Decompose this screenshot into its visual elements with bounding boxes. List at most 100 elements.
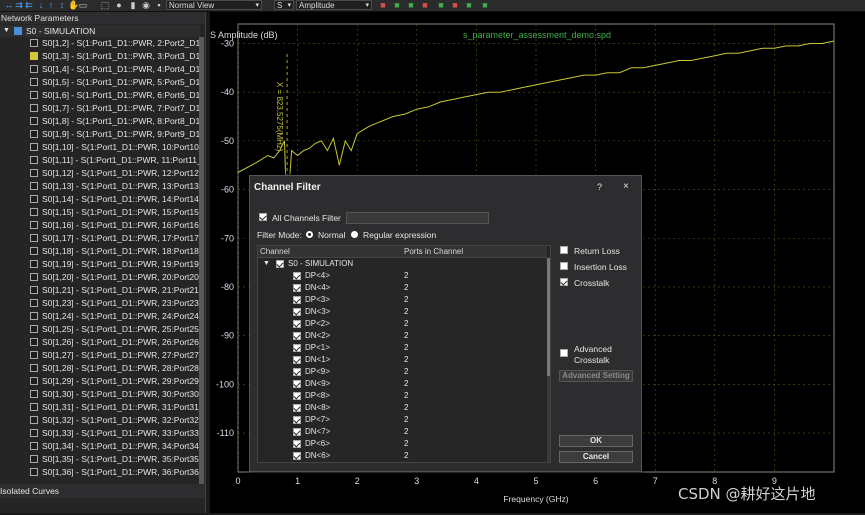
item-checkbox[interactable] xyxy=(30,273,38,281)
all-channels-checkbox[interactable] xyxy=(259,213,267,221)
close-button[interactable]: × xyxy=(623,181,629,192)
item-checkbox[interactable] xyxy=(30,351,38,359)
table-row[interactable]: DP<8> 2 xyxy=(258,390,547,402)
table-row[interactable]: DP<2> 2 xyxy=(258,318,547,330)
list-item[interactable]: S0[1,21] - S(1:Port1_D1::PWR, 21:Port21_… xyxy=(0,284,200,297)
list-item[interactable]: S0[1,19] - S(1:Port1_D1::PWR, 19:Port19_… xyxy=(0,258,200,271)
column-header-channel[interactable]: Channel xyxy=(258,246,405,258)
item-checkbox[interactable] xyxy=(30,208,38,216)
measure-select[interactable]: Amplitude ▾ xyxy=(296,0,372,10)
list-item[interactable]: S0[1,24] - S(1:Port1_D1::PWR, 24:Port24_… xyxy=(0,310,200,323)
advanced-setting-button[interactable]: Advanced Setting xyxy=(559,370,633,382)
chart-icon[interactable]: ▮ xyxy=(128,0,138,11)
item-checkbox[interactable] xyxy=(30,104,38,112)
item-checkbox[interactable] xyxy=(30,117,38,125)
item-checkbox[interactable] xyxy=(30,247,38,255)
chart-icon[interactable]: ■ xyxy=(450,0,460,11)
row-checkbox[interactable] xyxy=(293,404,301,412)
table-row[interactable]: DN<8> 2 xyxy=(258,402,547,414)
row-checkbox[interactable] xyxy=(293,416,301,424)
regex-radio[interactable] xyxy=(351,231,358,238)
table-row[interactable]: DN<1> 2 xyxy=(258,354,547,366)
item-checkbox[interactable] xyxy=(30,390,38,398)
table-icon[interactable]: ■ xyxy=(464,0,474,11)
export-icon[interactable]: ■ xyxy=(420,0,430,11)
ok-button[interactable]: OK xyxy=(559,435,633,447)
list-item[interactable]: S0[1,25] - S(1:Port1_D1::PWR, 25:Port25_… xyxy=(0,323,200,336)
table-row[interactable]: DN<7> 2 xyxy=(258,426,547,438)
row-checkbox[interactable] xyxy=(293,296,301,304)
row-checkbox[interactable] xyxy=(293,368,301,376)
table-group-row[interactable]: ▼ S0 - SIMULATION xyxy=(258,258,547,270)
row-checkbox[interactable] xyxy=(293,332,301,340)
list-item[interactable]: S0[1,17] - S(1:Port1_D1::PWR, 17:Port17_… xyxy=(0,232,200,245)
item-checkbox[interactable] xyxy=(30,143,38,151)
plot-icon[interactable]: ◉ xyxy=(141,0,151,11)
list-item[interactable]: S0[1,26] - S(1:Port1_D1::PWR, 26:Port26_… xyxy=(0,336,200,349)
list-item[interactable]: S0[1,10] - S(1:Port1_D1::PWR, 10:Port10_… xyxy=(0,141,200,154)
select-box-icon[interactable]: ▭ xyxy=(78,0,88,11)
list-item[interactable]: S0[1,18] - S(1:Port1_D1::PWR, 18:Port18_… xyxy=(0,245,200,258)
expand-arrow-icon[interactable]: ▼ xyxy=(3,25,10,37)
expand-arrow-icon[interactable]: ▼ xyxy=(263,258,270,270)
group-checkbox[interactable] xyxy=(276,260,284,268)
item-checkbox[interactable] xyxy=(30,429,38,437)
item-checkbox[interactable] xyxy=(30,377,38,385)
view-select[interactable]: Normal View ▾ xyxy=(166,0,262,10)
list-item[interactable]: S0[1,2] - S(1:Port1_D1::PWR, 2:Port2_D1_… xyxy=(0,37,200,50)
list-item[interactable]: S0[1,23] - S(1:Port1_D1::PWR, 23:Port23_… xyxy=(0,297,200,310)
list-item[interactable]: S0[1,34] - S(1:Port1_D1::PWR, 34:Port34_… xyxy=(0,440,200,453)
table-row[interactable]: DP<4> 2 xyxy=(258,270,547,282)
item-checkbox[interactable] xyxy=(30,442,38,450)
row-checkbox[interactable] xyxy=(293,344,301,352)
item-checkbox[interactable] xyxy=(30,286,38,294)
list-item[interactable]: S0[1,29] - S(1:Port1_D1::PWR, 29:Port29_… xyxy=(0,375,200,388)
list-item[interactable]: S0[1,15] - S(1:Port1_D1::PWR, 15:Port15_… xyxy=(0,206,200,219)
table-row[interactable]: DP<6> 2 xyxy=(258,438,547,450)
item-checkbox[interactable] xyxy=(30,338,38,346)
table-scrollbar-thumb[interactable] xyxy=(547,258,550,376)
table-row[interactable]: DN<4> 2 xyxy=(258,282,547,294)
column-header-ports[interactable]: Ports in Channel xyxy=(404,246,547,258)
plot-icon[interactable]: ■ xyxy=(436,0,446,11)
list-item[interactable]: S0[1,28] - S(1:Port1_D1::PWR, 28:Port28_… xyxy=(0,362,200,375)
list-item[interactable]: S0[1,33] - S(1:Port1_D1::PWR, 33:Port33_… xyxy=(0,427,200,440)
marker-icon[interactable]: ▪ xyxy=(154,0,164,11)
list-item[interactable]: S0[1,35] - S(1:Port1_D1::PWR, 35:Port35_… xyxy=(0,453,200,466)
list-item[interactable]: S0[1,30] - S(1:Port1_D1::PWR, 30:Port30_… xyxy=(0,388,200,401)
arrows-left-right-icon[interactable]: ↔ xyxy=(4,0,14,11)
item-checkbox[interactable] xyxy=(30,234,38,242)
table-icon[interactable]: ■ xyxy=(406,0,416,11)
list-item[interactable]: S0[1,8] - S(1:Port1_D1::PWR, 8:Port8_D1_… xyxy=(0,115,200,128)
list-item[interactable]: S0[1,4] - S(1:Port1_D1::PWR, 4:Port4_D1_… xyxy=(0,63,200,76)
item-checkbox[interactable] xyxy=(30,221,38,229)
item-checkbox[interactable] xyxy=(30,299,38,307)
arrows-left-icon[interactable]: ⇇ xyxy=(24,0,34,11)
item-checkbox[interactable] xyxy=(30,182,38,190)
cancel-button[interactable]: Cancel xyxy=(559,451,633,463)
item-checkbox[interactable] xyxy=(30,416,38,424)
item-checkbox[interactable] xyxy=(30,169,38,177)
list-item[interactable]: S0[1,20] - S(1:Port1_D1::PWR, 20:Port20_… xyxy=(0,271,200,284)
row-checkbox[interactable] xyxy=(293,356,301,364)
item-checkbox[interactable] xyxy=(30,130,38,138)
row-checkbox[interactable] xyxy=(293,452,301,460)
return-loss-checkbox[interactable] xyxy=(560,246,568,254)
table-row[interactable]: DN<6> 2 xyxy=(258,450,547,462)
item-checkbox[interactable] xyxy=(30,195,38,203)
list-item[interactable]: S0[1,14] - S(1:Port1_D1::PWR, 14:Port14_… xyxy=(0,193,200,206)
arrows-right-icon[interactable]: ⇉ xyxy=(14,0,24,11)
list-item[interactable]: S0[1,11] - S(1:Port1_D1::PWR, 11:Port11_… xyxy=(0,154,200,167)
item-checkbox[interactable] xyxy=(30,39,38,47)
arrow-down-icon[interactable]: ↓ xyxy=(36,0,46,11)
zoom-box-icon[interactable]: ⬚ xyxy=(100,0,110,11)
plot-icon[interactable]: ■ xyxy=(392,0,402,11)
scrollbar[interactable] xyxy=(199,37,204,492)
crosstalk-checkbox[interactable] xyxy=(560,278,568,286)
item-checkbox[interactable] xyxy=(30,65,38,73)
camera-icon[interactable]: ● xyxy=(114,0,124,11)
row-checkbox[interactable] xyxy=(293,308,301,316)
parameter-select[interactable]: S ▾ xyxy=(274,0,294,10)
normal-radio[interactable] xyxy=(306,231,313,238)
list-item[interactable]: S0[1,6] - S(1:Port1_D1::PWR, 6:Port6_D1_… xyxy=(0,89,200,102)
